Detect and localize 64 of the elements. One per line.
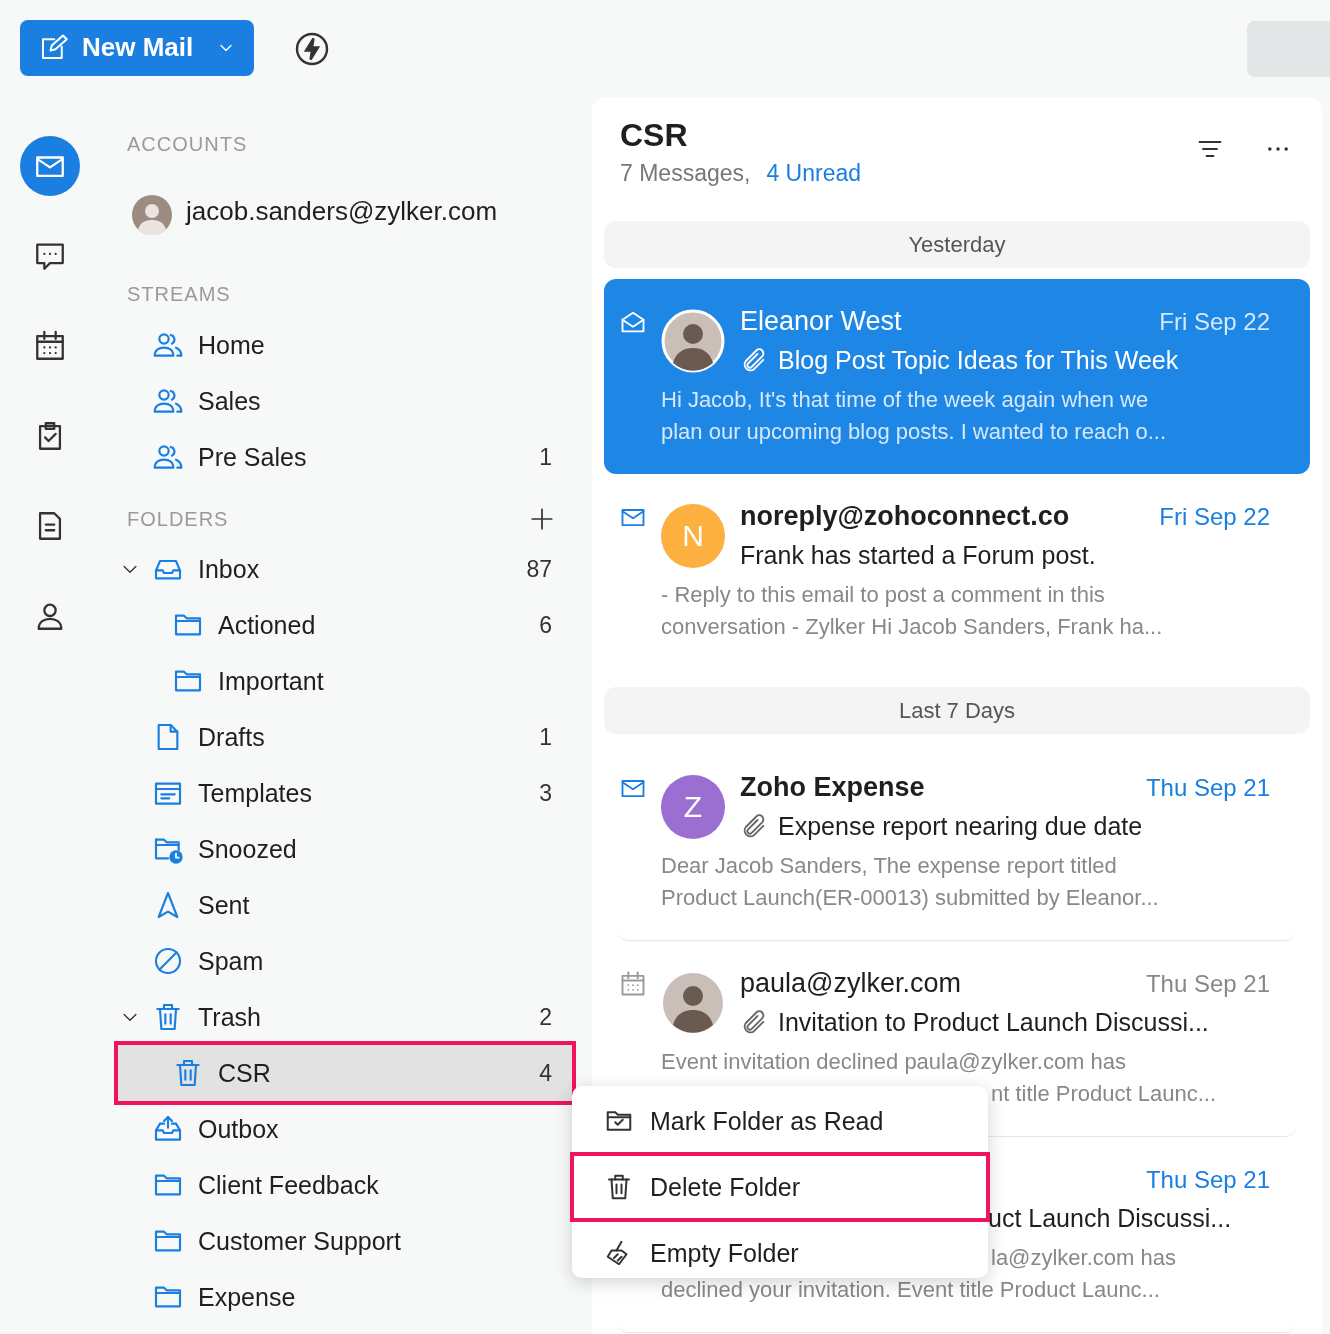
avatar bbox=[132, 194, 172, 235]
folder-item[interactable]: Inbox 87 bbox=[118, 541, 572, 597]
calendar-icon bbox=[33, 329, 67, 363]
calendar-icon bbox=[619, 970, 647, 998]
email-preview: - Reply to this email to post a comment in this bbox=[661, 581, 1106, 609]
folder-item[interactable]: Client Feedback bbox=[118, 1157, 572, 1213]
email-date: Thu Sep 21 bbox=[1145, 1165, 1270, 1194]
email-preview: Hi Jacob, It's that time of the week again when we bbox=[661, 386, 1150, 414]
email-preview: nt title Product Launc... bbox=[991, 1080, 1218, 1108]
email-preview: la@zylker.com has bbox=[991, 1244, 1177, 1272]
email-preview: plan our upcoming blog posts. I wanted to reach o... bbox=[661, 418, 1168, 446]
email-item[interactable]: N noreply@zohoconnect.co Fri Sep 22 Frank has started a Forum post. - Reply to this email to post a comment in this conversation - Zylker Hi Jacob Sanders, Frank ha... bbox=[604, 474, 1310, 669]
sender-name: noreply@zohoconnect.co bbox=[740, 501, 1071, 532]
email-date: Fri Sep 22 bbox=[1159, 502, 1270, 531]
sender-name: Eleanor West bbox=[740, 306, 903, 337]
avatar bbox=[661, 309, 725, 373]
folder-item[interactable]: Actioned 6 bbox=[118, 597, 572, 653]
plus-icon[interactable] bbox=[529, 506, 555, 532]
email-item[interactable]: Eleanor West Fri Sep 22 Blog Post Topic Ideas for This Week Hi Jacob, It's that time of the week again when we plan our upcoming blog posts. I wanted to reach o... bbox=[604, 279, 1310, 474]
lightning-icon[interactable] bbox=[294, 30, 330, 67]
sender-name: paula@zylker.com bbox=[740, 968, 962, 999]
folder-item[interactable]: Templates 3 bbox=[118, 765, 572, 821]
folder-title: CSR bbox=[620, 116, 689, 155]
section-heading: FOLDERS bbox=[126, 507, 229, 531]
avatar bbox=[661, 971, 725, 1035]
folder-item[interactable]: Expense bbox=[118, 1269, 572, 1325]
folder-item[interactable]: Sent bbox=[118, 877, 572, 933]
stream-item[interactable]: Home bbox=[118, 317, 572, 373]
section-heading: ACCOUNTS bbox=[126, 132, 249, 156]
email-subject: uct Launch Discussi... bbox=[988, 1204, 1232, 1233]
stream-item[interactable]: Sales bbox=[118, 373, 572, 429]
folder-item[interactable]: Outbox bbox=[118, 1101, 572, 1157]
folder-item[interactable]: Drafts 1 bbox=[118, 709, 572, 765]
unread-count[interactable]: 4 Unread bbox=[766, 155, 862, 191]
email-preview: conversation - Zylker Hi Jacob Sanders, Frank ha... bbox=[661, 613, 1164, 641]
block-icon bbox=[152, 945, 184, 977]
email-preview: Dear Jacob Sanders, The expense report titled bbox=[661, 852, 1118, 880]
email-subject: Expense report nearing due date bbox=[778, 812, 1143, 841]
stream-item[interactable]: Pre Sales 1 bbox=[118, 429, 572, 485]
section-heading: STREAMS bbox=[126, 282, 232, 306]
email-subject: Frank has started a Forum post. bbox=[740, 541, 1096, 570]
account-email[interactable]: jacob.sanders@zylker.com bbox=[186, 195, 498, 227]
email-preview: declined your invitation. Event title Product Launc... bbox=[661, 1276, 1161, 1304]
email-preview: Product Launch(ER-00013) submitted by Eleanor... bbox=[661, 884, 1160, 912]
email-subject: Blog Post Topic Ideas for This Week bbox=[778, 346, 1179, 375]
folder-item[interactable]: Trash 2 bbox=[118, 989, 572, 1045]
new-mail-button[interactable]: New Mail bbox=[20, 19, 254, 76]
email-subject: Invitation to Product Launch Discussi... bbox=[778, 1008, 1209, 1037]
message-count: 7 Messages, bbox=[620, 159, 751, 188]
email-date: Fri Sep 22 bbox=[1159, 307, 1270, 336]
folder-item[interactable]: Spam bbox=[118, 933, 572, 989]
email-item[interactable]: Z Zoho Expense Thu Sep 21 Expense report nearing due date Dear Jacob Sanders, The expense report titled Product Launch(ER-00013) submitted by Eleanor... bbox=[617, 745, 1297, 941]
email-date: Thu Sep 21 bbox=[1145, 773, 1270, 802]
date-group-header: Yesterday bbox=[604, 221, 1310, 268]
email-preview: Event invitation declined paula@zylker.com has bbox=[661, 1048, 1128, 1076]
folder-item[interactable]: Important bbox=[118, 653, 572, 709]
avatar: N bbox=[661, 504, 725, 568]
avatar: Z bbox=[661, 775, 725, 839]
folder-item[interactable]: Snoozed bbox=[118, 821, 572, 877]
email-date: Thu Sep 21 bbox=[1145, 969, 1270, 998]
sender-name: Zoho Expense bbox=[740, 772, 926, 803]
date-group-header: Last 7 Days bbox=[604, 687, 1310, 734]
folder-item[interactable]: Customer Support bbox=[118, 1213, 572, 1269]
menu-item[interactable]: Delete Folder bbox=[572, 1154, 988, 1220]
